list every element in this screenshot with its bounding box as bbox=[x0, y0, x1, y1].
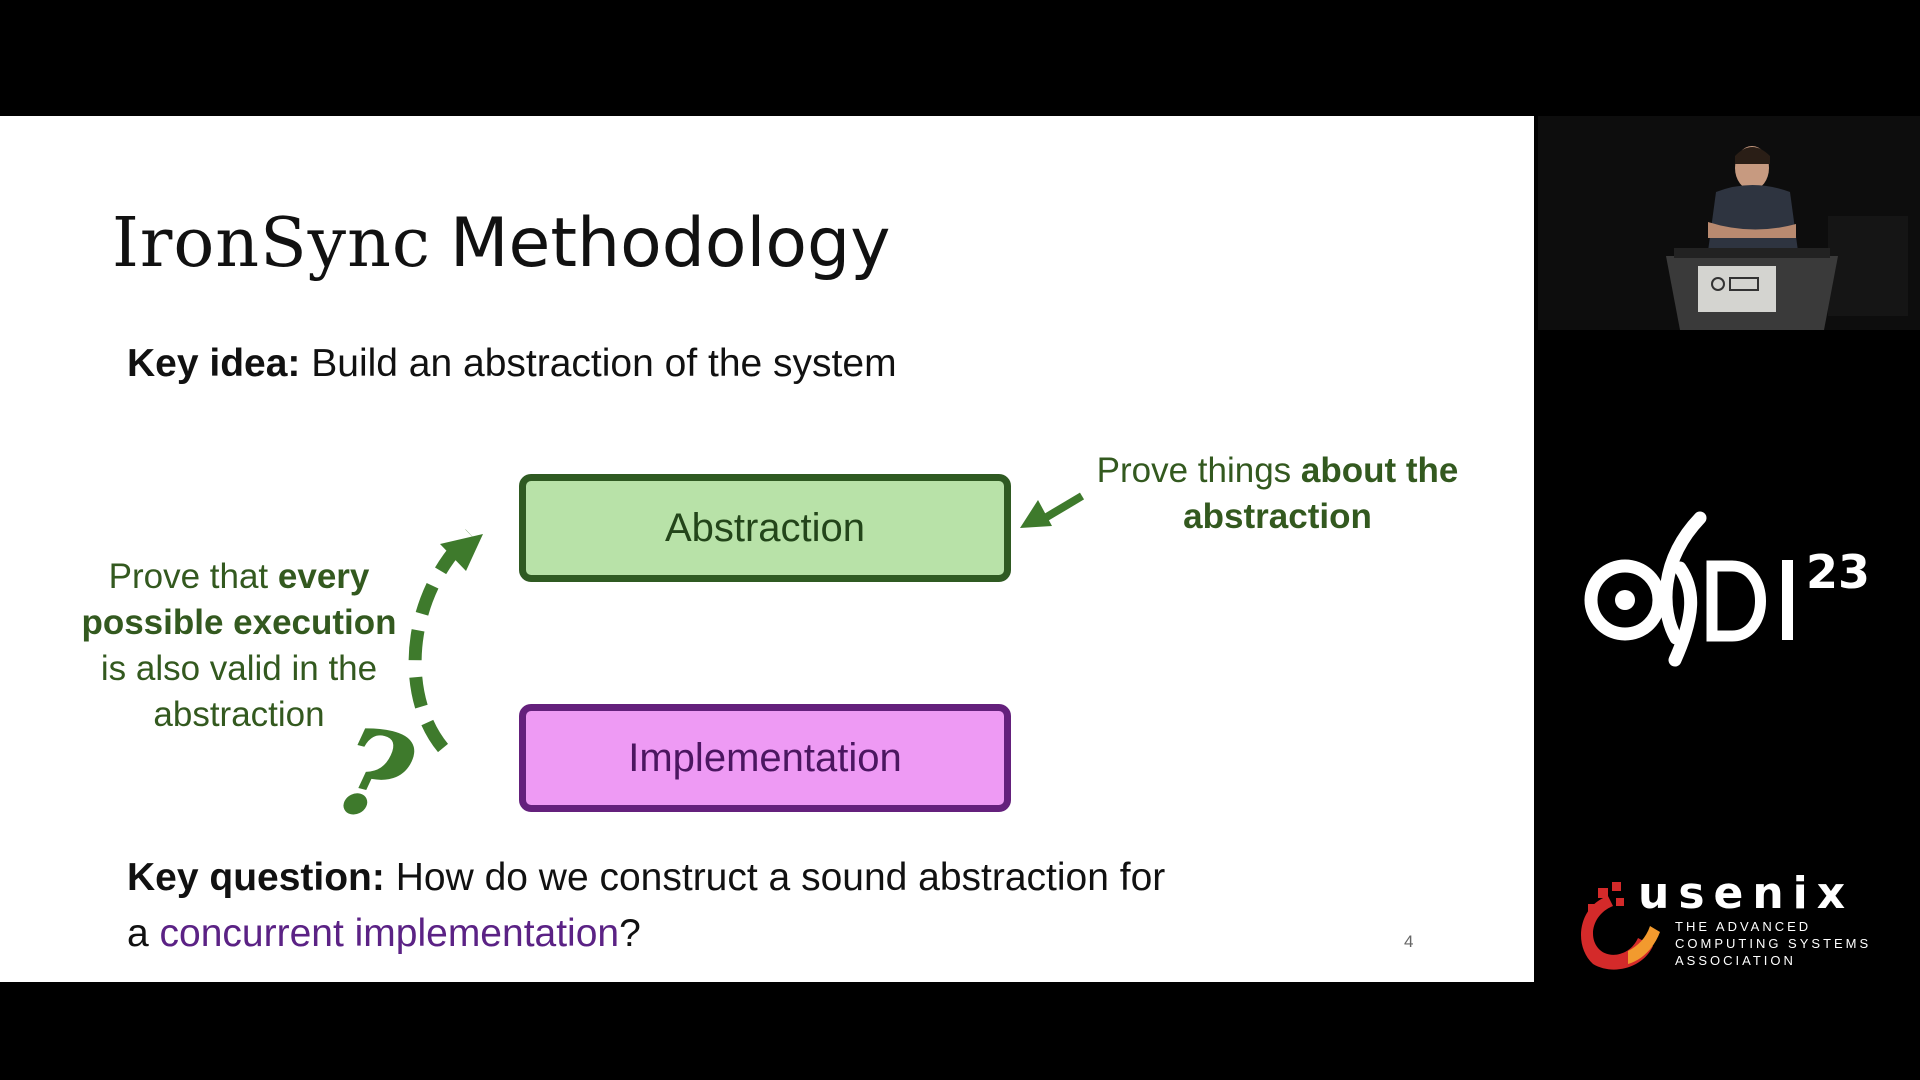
key-question-text: How do we construct a sound abstraction … bbox=[395, 856, 1166, 899]
speaker-camera bbox=[1538, 116, 1920, 330]
key-question: Key question: How do we construct a soun… bbox=[127, 850, 1165, 962]
speaker-camera-image bbox=[1538, 116, 1920, 330]
slide: IronSync Methodology Key idea: Build an … bbox=[0, 116, 1534, 982]
key-question-prefix: a bbox=[127, 912, 160, 955]
key-question-label: Key question: bbox=[127, 856, 385, 899]
osdi-logo: 23 bbox=[1584, 511, 1870, 667]
osdi-superscript: 23 bbox=[1806, 545, 1870, 599]
question-mark: ? bbox=[322, 698, 426, 852]
usenix-tagline: THE ADVANCED COMPUTING SYSTEMS ASSOCIATI… bbox=[1675, 919, 1872, 968]
page-number: 4 bbox=[1404, 932, 1414, 951]
usenix-word: usenix bbox=[1638, 868, 1855, 919]
key-question-suffix: ? bbox=[619, 912, 641, 955]
key-question-highlight: concurrent implementation bbox=[159, 912, 620, 955]
